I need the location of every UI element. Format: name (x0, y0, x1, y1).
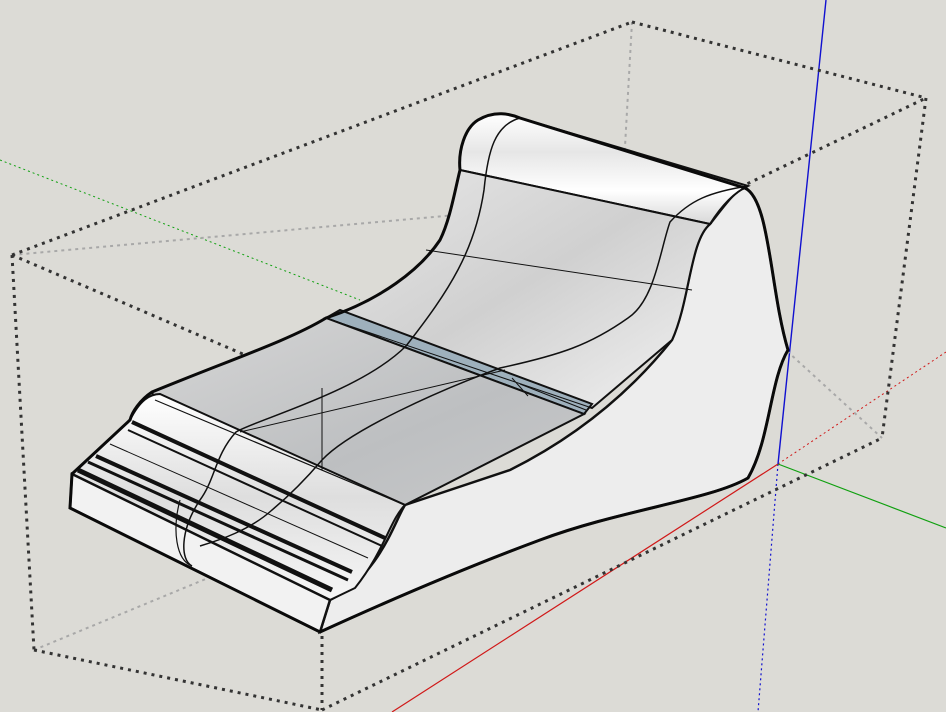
modeling-viewport[interactable] (0, 0, 946, 712)
blue-axis-negative (757, 463, 779, 712)
green-axis-negative (0, 159, 361, 301)
green-axis-positive (777, 463, 946, 529)
scene-canvas[interactable] (0, 0, 946, 712)
